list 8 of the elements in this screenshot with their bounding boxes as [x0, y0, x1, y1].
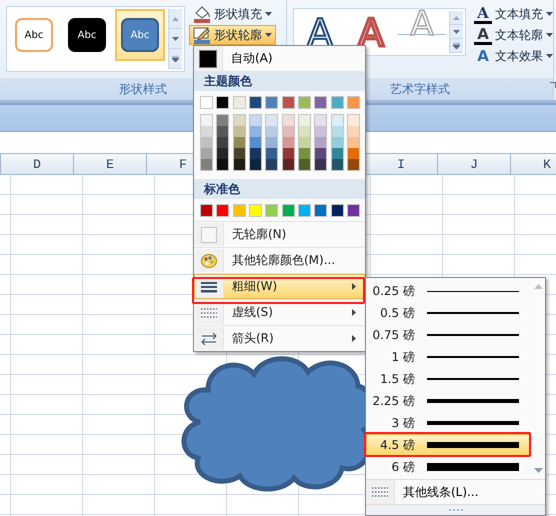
- shape-style-preview: Abc: [15, 18, 53, 52]
- shape-style-preview: Abc: [121, 18, 159, 52]
- section-header: 主题颜色: [194, 71, 365, 91]
- text-style-glyph: A: [474, 26, 492, 44]
- section-header: 标准色: [194, 179, 365, 199]
- shape-style-preview: Abc: [68, 18, 106, 52]
- text-style-glyph: A: [474, 4, 492, 24]
- text-style-glyph: A: [476, 48, 490, 64]
